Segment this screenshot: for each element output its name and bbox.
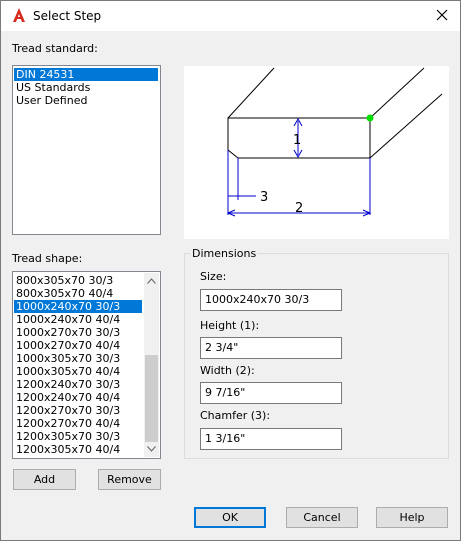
list-item[interactable]: DIN 24531	[14, 68, 158, 81]
list-item[interactable]: 1000x270x70 40/4	[14, 339, 120, 352]
list-item[interactable]: 1000x240x70 30/3	[14, 300, 142, 313]
list-item[interactable]: 1000x270x70 30/3	[14, 326, 120, 339]
ok-button[interactable]: OK	[194, 507, 266, 528]
remove-button[interactable]: Remove	[98, 469, 161, 490]
title-bar: Select Step	[1, 1, 460, 31]
window-title: Select Step	[33, 9, 102, 23]
dimensions-title: Dimensions	[190, 247, 259, 260]
size-label: Size:	[200, 270, 227, 283]
list-item[interactable]: US Standards	[14, 81, 90, 94]
list-item[interactable]: 1200x270x70 40/4	[14, 417, 120, 430]
list-item[interactable]: 800x305x70 40/4	[14, 287, 113, 300]
tread-standard-list[interactable]: DIN 24531 US Standards User Defined	[12, 65, 161, 235]
width-label: Width (2):	[200, 364, 255, 377]
chamfer-field[interactable]: 1 3/16"	[200, 428, 342, 450]
scroll-down-icon[interactable]	[147, 446, 156, 452]
list-item[interactable]: 1200x305x70 30/3	[14, 430, 120, 443]
list-item[interactable]: 1200x240x70 30/3	[14, 378, 120, 391]
list-item[interactable]: User Defined	[14, 94, 87, 107]
list-item[interactable]: 1000x305x70 40/4	[14, 365, 120, 378]
width-field[interactable]: 9 7/16"	[200, 382, 342, 404]
grip-point	[366, 114, 374, 122]
list-item[interactable]: 1200x240x70 40/4	[14, 391, 120, 404]
tread-standard-label: Tread standard:	[12, 42, 98, 55]
tread-shape-label: Tread shape:	[12, 252, 83, 265]
size-field[interactable]: 1000x240x70 30/3	[200, 289, 342, 311]
add-button[interactable]: Add	[13, 469, 76, 490]
height-field[interactable]: 2 3/4"	[200, 337, 342, 359]
list-item[interactable]: 1200x305x70 40/4	[14, 443, 120, 456]
scrollbar-thumb[interactable]	[145, 355, 158, 442]
height-label: Height (1):	[200, 319, 260, 332]
dim-2-label: 2	[295, 201, 303, 216]
step-preview: 1 3 2	[184, 66, 449, 239]
list-item[interactable]: 1200x270x70 30/3	[14, 404, 120, 417]
help-button[interactable]: Help	[376, 507, 448, 528]
dim-3-label: 3	[260, 190, 268, 205]
chamfer-label: Chamfer (3):	[200, 409, 271, 422]
step-diagram: 1 3 2	[226, 67, 443, 217]
cancel-button[interactable]: Cancel	[286, 507, 358, 528]
vertical-scrollbar[interactable]	[144, 273, 159, 457]
list-item[interactable]: 800x305x70 30/3	[14, 274, 113, 287]
tread-shape-list[interactable]: 800x305x70 30/3 800x305x70 40/4 1000x240…	[12, 271, 161, 459]
dim-1-label: 1	[293, 133, 301, 148]
list-item[interactable]: 1000x240x70 40/4	[14, 313, 120, 326]
list-item[interactable]: 1000x305x70 30/3	[14, 352, 120, 365]
close-icon[interactable]	[434, 7, 450, 23]
scroll-up-icon[interactable]	[147, 278, 156, 284]
autocad-logo-icon	[13, 8, 25, 22]
